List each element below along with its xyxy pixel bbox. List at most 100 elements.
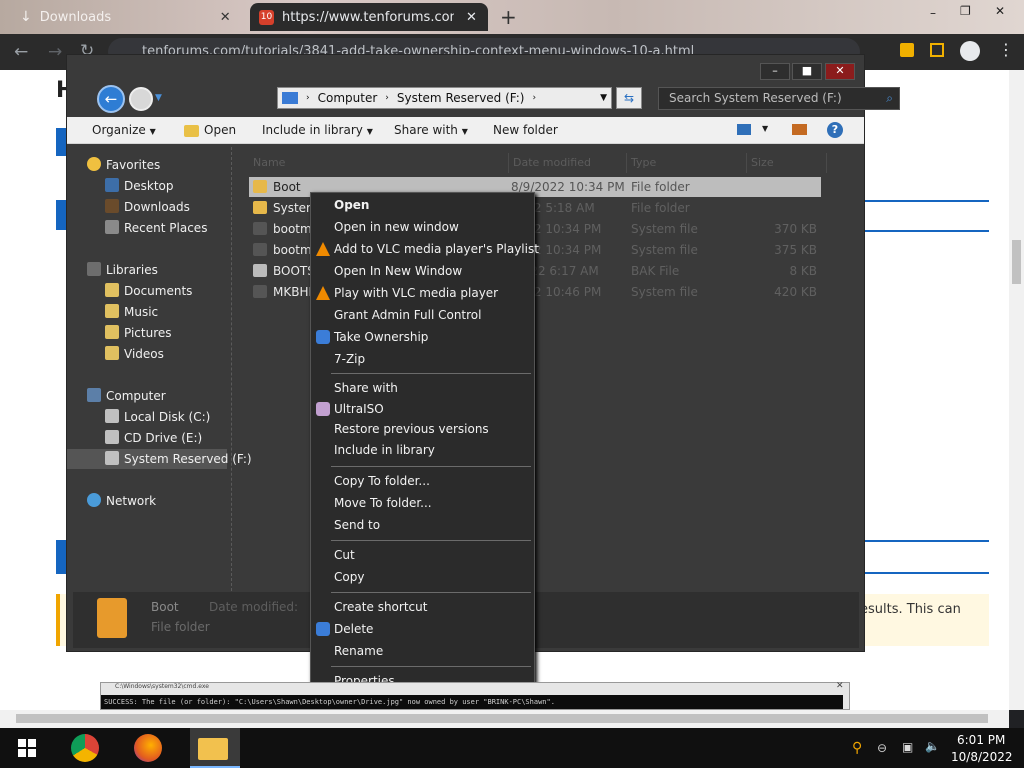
menu-7-zip[interactable]: 7-Zip <box>334 350 365 368</box>
menu-open-in-new-window-2[interactable]: Open In New Window <box>334 262 462 280</box>
address-dropdown-icon[interactable]: ▼ <box>600 93 607 103</box>
context-menu: Open Open in new window Add to VLC media p… <box>310 192 539 696</box>
file-size: 8 KB <box>789 264 817 278</box>
menu-delete[interactable]: Delete <box>334 620 373 638</box>
sidebar-item-desktop[interactable]: Desktop <box>75 176 174 196</box>
menu-ultraiso[interactable]: UltraISO <box>334 400 384 418</box>
bak-file-icon <box>253 264 267 277</box>
view-dropdown-icon[interactable]: ▼ <box>762 124 768 133</box>
maximize-button[interactable]: ■ <box>792 63 822 80</box>
refresh-button[interactable]: ⇆ <box>616 87 642 109</box>
firefox-icon[interactable] <box>134 734 162 762</box>
menu-restore-previous-versions[interactable]: Restore previous versions <box>334 420 489 438</box>
sidebar-icon[interactable] <box>930 43 944 57</box>
open-button[interactable]: Open <box>204 123 236 137</box>
menu-move-to-folder[interactable]: Move To folder... <box>334 494 432 512</box>
profile-avatar[interactable] <box>960 41 980 61</box>
breadcrumb[interactable]: › Computer › System Reserved (F:) › ▼ <box>277 87 612 109</box>
folder-icon <box>198 738 228 760</box>
menu-open-in-new-window[interactable]: Open in new window <box>334 218 459 236</box>
sidebar-item-videos[interactable]: Videos <box>75 344 164 364</box>
view-options-icon[interactable] <box>737 124 751 135</box>
sidebar-item-recent-places[interactable]: Recent Places <box>75 218 207 238</box>
organize-button[interactable]: Organize ▼ <box>92 123 156 137</box>
menu-rename[interactable]: Rename <box>334 642 383 660</box>
desktop-icon <box>105 178 119 192</box>
network-tray-icon[interactable]: ▣ <box>902 740 913 754</box>
sidebar-item-downloads[interactable]: Downloads <box>75 197 190 217</box>
search-tray-icon[interactable]: ⚲ <box>852 740 862 756</box>
menu-copy[interactable]: Copy <box>334 568 364 586</box>
share-with-button[interactable]: Share with ▼ <box>394 123 468 137</box>
page-scrollbar-horizontal[interactable] <box>0 710 1009 728</box>
clock-time[interactable]: 6:01 PM <box>957 733 1005 747</box>
sidebar-item-pictures[interactable]: Pictures <box>75 323 172 343</box>
page-scrollbar-vertical[interactable] <box>1009 70 1024 710</box>
minimize-button[interactable]: – <box>760 63 790 80</box>
close-icon[interactable]: ✕ <box>220 10 231 25</box>
sidebar-item-local-disk[interactable]: Local Disk (C:) <box>75 407 210 427</box>
volume-icon[interactable]: 🔈 <box>925 739 940 753</box>
page-blue-line <box>865 540 989 542</box>
clock-date[interactable]: 10/8/2022 <box>951 750 1013 764</box>
sidebar-item-system-reserved[interactable]: System Reserved (F:) <box>67 449 252 469</box>
nav-favorites[interactable]: Favorites <box>75 155 160 175</box>
menu-create-shortcut[interactable]: Create shortcut <box>334 598 427 616</box>
forward-button[interactable] <box>129 87 153 111</box>
menu-take-ownership[interactable]: Take Ownership <box>334 328 428 346</box>
sidebar-item-cd-drive[interactable]: CD Drive (E:) <box>75 428 202 448</box>
scroll-thumb[interactable] <box>1012 240 1021 284</box>
new-folder-button[interactable]: New folder <box>493 123 558 137</box>
menu-copy-to-folder[interactable]: Copy To folder... <box>334 472 430 490</box>
column-header-date[interactable]: Date modified <box>509 153 627 173</box>
sidebar-item-music[interactable]: Music <box>75 302 158 322</box>
nav-computer[interactable]: Computer <box>75 386 166 406</box>
tab-tenforums[interactable]: 10 https://www.tenforums.com/tuto ✕ <box>250 3 488 31</box>
forward-arrow-icon[interactable]: → <box>48 42 62 62</box>
breadcrumb-drive[interactable]: System Reserved (F:) <box>397 91 525 105</box>
column-header-size[interactable]: Size <box>747 153 827 173</box>
file-type: System file <box>631 243 698 257</box>
menu-open[interactable]: Open <box>334 196 369 214</box>
menu-include-in-library[interactable]: Include in library <box>334 441 435 459</box>
nav-network[interactable]: Network <box>75 491 156 511</box>
scroll-thumb[interactable] <box>16 714 988 723</box>
menu-grant-admin-full-control[interactable]: Grant Admin Full Control <box>334 306 481 324</box>
tab-downloads[interactable]: ↓ Downloads ✕ <box>0 3 248 31</box>
menu-add-to-vlc-playlist[interactable]: Add to VLC media player's Playlist <box>334 240 539 258</box>
search-icon[interactable]: ⌕ <box>886 88 893 109</box>
window-minimize-icon[interactable]: – <box>930 6 936 20</box>
close-button[interactable]: ✕ <box>825 63 855 80</box>
help-icon[interactable]: ? <box>827 122 843 138</box>
nav-libraries[interactable]: Libraries <box>75 260 158 280</box>
window-restore-icon[interactable]: ❐ <box>960 4 971 18</box>
taskbar: ⚲ ⊖ ▣ 🔈 6:01 PM 10/8/2022 <box>0 728 1024 768</box>
include-in-library-button[interactable]: Include in library ▼ <box>262 123 373 137</box>
dash-tray-icon[interactable]: ⊖ <box>877 741 887 755</box>
uac-shield-icon <box>316 330 330 344</box>
search-input[interactable]: Search System Reserved (F:) ⌕ <box>658 87 900 110</box>
menu-send-to[interactable]: Send to <box>334 516 380 534</box>
menu-share-with[interactable]: Share with <box>334 379 398 397</box>
page-blue-line <box>865 230 989 232</box>
back-button[interactable]: ← <box>97 85 125 113</box>
history-dropdown-icon[interactable]: ▼ <box>155 93 162 103</box>
back-arrow-icon[interactable]: ← <box>14 42 28 62</box>
windows-start-icon[interactable] <box>18 739 36 757</box>
sidebar-item-documents[interactable]: Documents <box>75 281 192 301</box>
close-icon[interactable]: ✕ <box>466 10 477 25</box>
preview-pane-icon[interactable] <box>792 124 807 135</box>
column-header-type[interactable]: Type <box>627 153 747 173</box>
chrome-icon[interactable] <box>71 734 99 762</box>
cmd-close-icon[interactable]: ✕ <box>836 681 844 691</box>
system-file-icon <box>253 285 267 298</box>
menu-cut[interactable]: Cut <box>334 546 355 564</box>
breadcrumb-computer[interactable]: Computer <box>318 91 378 105</box>
column-header-name[interactable]: Name <box>249 153 509 173</box>
extension-puzzle-icon[interactable] <box>900 43 914 57</box>
new-tab-icon[interactable]: + <box>500 5 517 29</box>
window-close-icon[interactable]: ✕ <box>995 4 1005 18</box>
videos-icon <box>105 346 119 360</box>
menu-dots-icon[interactable]: ⋮ <box>998 40 1014 59</box>
menu-play-with-vlc[interactable]: Play with VLC media player <box>334 284 498 302</box>
